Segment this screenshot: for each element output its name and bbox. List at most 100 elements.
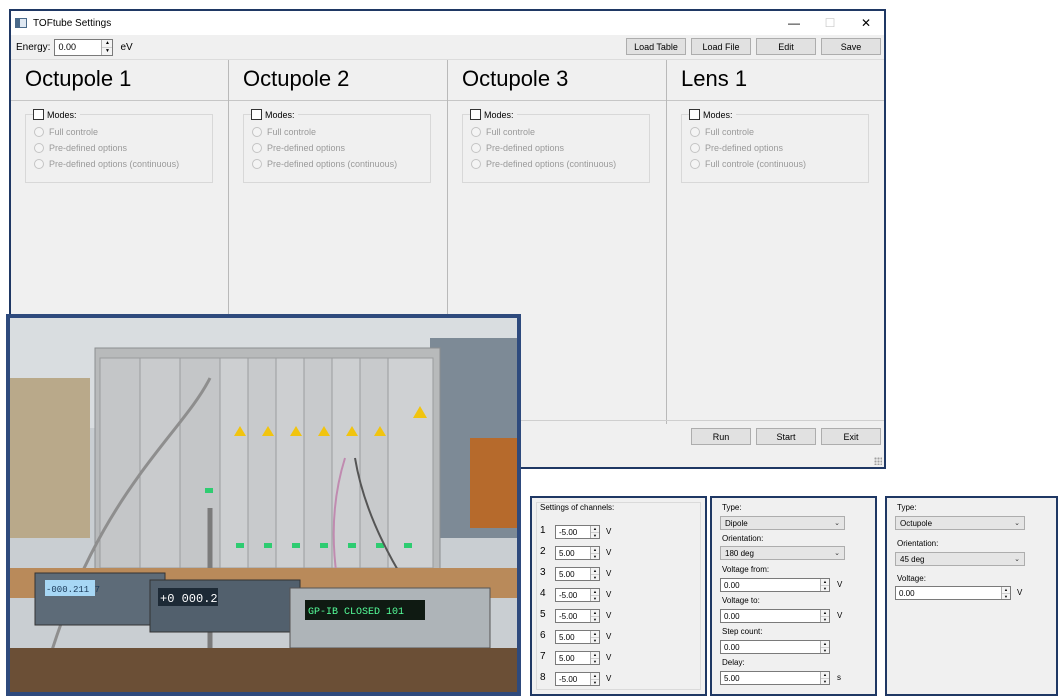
channel-spinbox[interactable]: -5.00 ▲ ▼ (555, 525, 600, 539)
mode-option[interactable]: Full controle (252, 127, 316, 137)
run-button[interactable]: Run (691, 428, 751, 445)
voltage-to-spinbox[interactable]: 0.00 ▲ ▼ (720, 609, 830, 623)
radio-icon[interactable] (471, 127, 481, 137)
spin-arrows[interactable]: ▲ ▼ (590, 526, 599, 538)
radio-icon[interactable] (252, 143, 262, 153)
load-table-button[interactable]: Load Table (626, 38, 686, 55)
spin-down-icon[interactable]: ▼ (591, 636, 599, 644)
spin-down-icon[interactable]: ▼ (102, 46, 113, 55)
mode-option[interactable]: Pre-defined options (471, 143, 564, 153)
radio-icon[interactable] (690, 159, 700, 169)
spin-down-icon[interactable]: ▼ (591, 678, 599, 686)
close-button[interactable]: ✕ (848, 11, 884, 35)
spin-down-icon[interactable]: ▼ (821, 677, 829, 685)
radio-icon[interactable] (471, 159, 481, 169)
spin-down-icon[interactable]: ▼ (591, 594, 599, 602)
spin-down-icon[interactable]: ▼ (821, 646, 829, 654)
step-count-spinbox[interactable]: 0.00 ▲ ▼ (720, 640, 830, 654)
spin-down-icon[interactable]: ▼ (591, 573, 599, 581)
spin-down-icon[interactable]: ▼ (591, 552, 599, 560)
channel-unit: V (606, 548, 612, 557)
channel-index: 7 (540, 651, 546, 662)
edit-button[interactable]: Edit (756, 38, 816, 55)
spin-arrows[interactable]: ▲ ▼ (1001, 587, 1010, 599)
modes-header[interactable]: Modes: (470, 109, 517, 120)
voltage-to-label: Voltage to: (722, 596, 760, 605)
type-select[interactable]: Octupole ⌄ (895, 516, 1025, 530)
spin-arrows[interactable]: ▲ ▼ (820, 641, 829, 653)
modes-checkbox[interactable] (251, 109, 262, 120)
mode-option[interactable]: Pre-defined options (continuous) (252, 159, 397, 169)
orientation-select[interactable]: 180 deg ⌄ (720, 546, 845, 560)
channel-spinbox[interactable]: -5.00 ▲ ▼ (555, 672, 600, 686)
start-button[interactable]: Start (756, 428, 816, 445)
voltage-from-spinbox[interactable]: 0.00 ▲ ▼ (720, 578, 830, 592)
app-icon (15, 18, 27, 28)
channel-spinbox[interactable]: 5.00 ▲ ▼ (555, 630, 600, 644)
modes-checkbox[interactable] (689, 109, 700, 120)
spin-arrows[interactable]: ▲ ▼ (820, 610, 829, 622)
spin-down-icon[interactable]: ▼ (591, 615, 599, 623)
radio-icon[interactable] (471, 143, 481, 153)
mode-option[interactable]: Full controle (471, 127, 535, 137)
type-select[interactable]: Dipole ⌄ (720, 516, 845, 530)
modes-header[interactable]: Modes: (689, 109, 736, 120)
spin-arrows[interactable]: ▲ ▼ (590, 631, 599, 643)
mode-option[interactable]: Full controle (690, 127, 754, 137)
minimize-button[interactable]: — (776, 11, 812, 35)
spin-arrows[interactable]: ▲ ▼ (590, 610, 599, 622)
spin-arrows[interactable]: ▲ ▼ (590, 589, 599, 601)
equipment-rack-illustration: -000.211 7 +0 000.2 GP-IB CLOSED 101 (10, 318, 517, 692)
maximize-button[interactable]: ☐ (812, 11, 848, 35)
radio-icon[interactable] (34, 127, 44, 137)
radio-icon[interactable] (690, 127, 700, 137)
mode-option[interactable]: Pre-defined options (continuous) (34, 159, 179, 169)
load-file-button[interactable]: Load File (691, 38, 751, 55)
spin-arrows[interactable]: ▲ ▼ (590, 673, 599, 685)
radio-icon[interactable] (34, 159, 44, 169)
spin-arrows[interactable]: ▲ ▼ (590, 652, 599, 664)
modes-header[interactable]: Modes: (33, 109, 80, 120)
mode-option[interactable]: Pre-defined options (252, 143, 345, 153)
mode-option[interactable]: Pre-defined options (continuous) (471, 159, 616, 169)
save-button[interactable]: Save (821, 38, 881, 55)
mode-option-label: Pre-defined options (continuous) (486, 159, 617, 169)
resize-grip-icon[interactable] (874, 457, 882, 465)
modes-checkbox[interactable] (470, 109, 481, 120)
mode-option[interactable]: Full controle (continuous) (690, 159, 806, 169)
channel-unit: V (606, 653, 612, 662)
channel-index: 4 (540, 588, 546, 599)
spin-down-icon[interactable]: ▼ (821, 615, 829, 623)
channel-spinbox[interactable]: 5.00 ▲ ▼ (555, 651, 600, 665)
spin-arrows[interactable]: ▲ ▼ (101, 39, 113, 55)
spin-down-icon[interactable]: ▼ (821, 584, 829, 592)
channel-spinbox[interactable]: -5.00 ▲ ▼ (555, 588, 600, 602)
mode-option[interactable]: Pre-defined options (690, 143, 783, 153)
modes-header[interactable]: Modes: (251, 109, 298, 120)
energy-label: Energy: (16, 41, 51, 53)
radio-icon[interactable] (252, 159, 262, 169)
mode-option[interactable]: Full controle (34, 127, 98, 137)
spin-arrows[interactable]: ▲ ▼ (590, 568, 599, 580)
exit-button[interactable]: Exit (821, 428, 881, 445)
radio-icon[interactable] (34, 143, 44, 153)
spin-arrows[interactable]: ▲ ▼ (820, 672, 829, 684)
spin-up-icon[interactable]: ▲ (102, 40, 112, 47)
spin-down-icon[interactable]: ▼ (591, 531, 599, 539)
spin-down-icon[interactable]: ▼ (1002, 592, 1010, 600)
radio-icon[interactable] (690, 143, 700, 153)
spin-arrows[interactable]: ▲ ▼ (590, 547, 599, 559)
modes-checkbox[interactable] (33, 109, 44, 120)
delay-spinbox[interactable]: 5.00 ▲ ▼ (720, 671, 830, 685)
mode-option[interactable]: Pre-defined options (34, 143, 127, 153)
voltage-spinbox[interactable]: 0.00 ▲ ▼ (895, 586, 1011, 600)
energy-spinbox[interactable]: 0.00 ▲ ▼ (54, 38, 114, 56)
spin-down-icon[interactable]: ▼ (591, 657, 599, 665)
channel-spinbox[interactable]: 5.00 ▲ ▼ (555, 567, 600, 581)
channel-spinbox[interactable]: -5.00 ▲ ▼ (555, 609, 600, 623)
radio-icon[interactable] (252, 127, 262, 137)
orientation-select[interactable]: 45 deg ⌄ (895, 552, 1025, 566)
channel-unit: V (606, 611, 612, 620)
spin-arrows[interactable]: ▲ ▼ (820, 579, 829, 591)
channel-spinbox[interactable]: 5.00 ▲ ▼ (555, 546, 600, 560)
